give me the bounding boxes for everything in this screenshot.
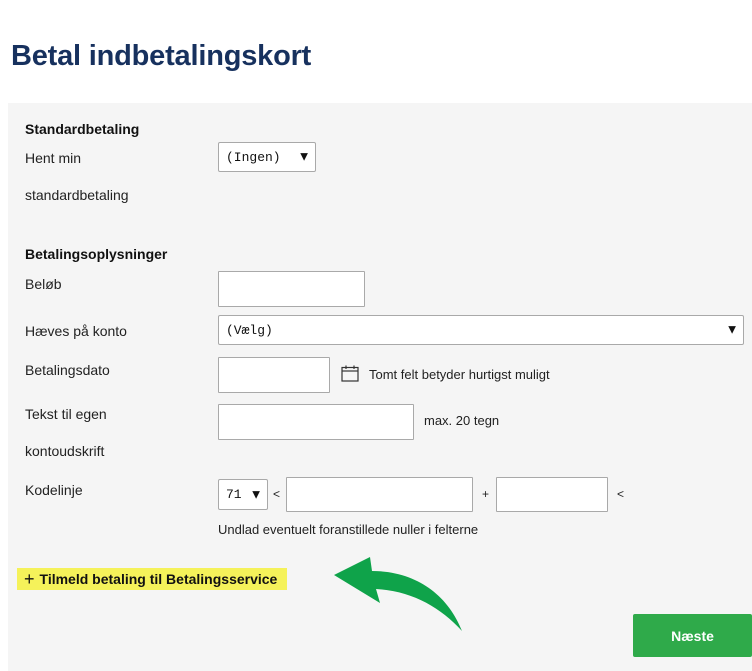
standard-label-line2: standardbetaling — [25, 187, 129, 203]
date-label: Betalingsdato — [25, 362, 110, 378]
details-heading: Betalingsoplysninger — [25, 246, 168, 262]
codeline-type-value: 71 — [226, 487, 242, 502]
chevron-down-icon: ▼ — [252, 489, 260, 500]
date-hint: Tomt felt betyder hurtigst muligt — [369, 367, 550, 382]
calendar-icon[interactable] — [341, 365, 359, 382]
codeline-separator-plus: + — [482, 487, 490, 501]
amount-label: Beløb — [25, 276, 62, 292]
codeline-label: Kodelinje — [25, 482, 83, 498]
next-button[interactable]: Næste — [633, 614, 752, 657]
statement-text-hint: max. 20 tegn — [424, 413, 500, 428]
amount-input[interactable] — [218, 271, 365, 307]
chevron-down-icon: ▼ — [300, 151, 308, 163]
register-betalingsservice-label: Tilmeld betaling til Betalingsservice — [39, 571, 278, 587]
codeline-hint: Undlad eventuelt foranstillede nuller i … — [218, 522, 479, 537]
account-select[interactable]: (Vælg) ▼ — [218, 315, 744, 345]
register-betalingsservice-link[interactable]: + Tilmeld betaling til Betalingsservice — [17, 568, 288, 590]
plus-icon: + — [24, 569, 35, 589]
text-label-line1: Tekst til egen — [25, 406, 107, 422]
top-band — [0, 0, 752, 12]
codeline-field-2[interactable] — [496, 477, 608, 512]
date-input[interactable] — [218, 357, 330, 393]
codeline-field-1[interactable] — [286, 477, 473, 512]
standard-heading: Standardbetaling — [25, 121, 140, 137]
payment-page: Betal indbetalingskort Standardbetaling … — [0, 0, 752, 671]
codeline-separator-close: < — [617, 487, 625, 501]
text-label-line2: kontoudskrift — [25, 443, 105, 459]
standard-payment-select-value: (Ingen) — [226, 149, 281, 165]
chevron-down-icon: ▼ — [728, 324, 736, 336]
green-arrow-annotation — [334, 557, 462, 631]
codeline-type-select[interactable]: 71 ▼ — [218, 479, 268, 510]
standard-payment-select[interactable]: (Ingen) ▼ — [218, 142, 316, 172]
page-title: Betal indbetalingskort — [11, 40, 312, 72]
account-label: Hæves på konto — [25, 323, 127, 339]
standard-label-line1: Hent min — [25, 150, 82, 166]
statement-text-input[interactable] — [218, 404, 414, 440]
account-select-value: (Vælg) — [226, 322, 273, 338]
codeline-separator-open: < — [273, 487, 281, 501]
